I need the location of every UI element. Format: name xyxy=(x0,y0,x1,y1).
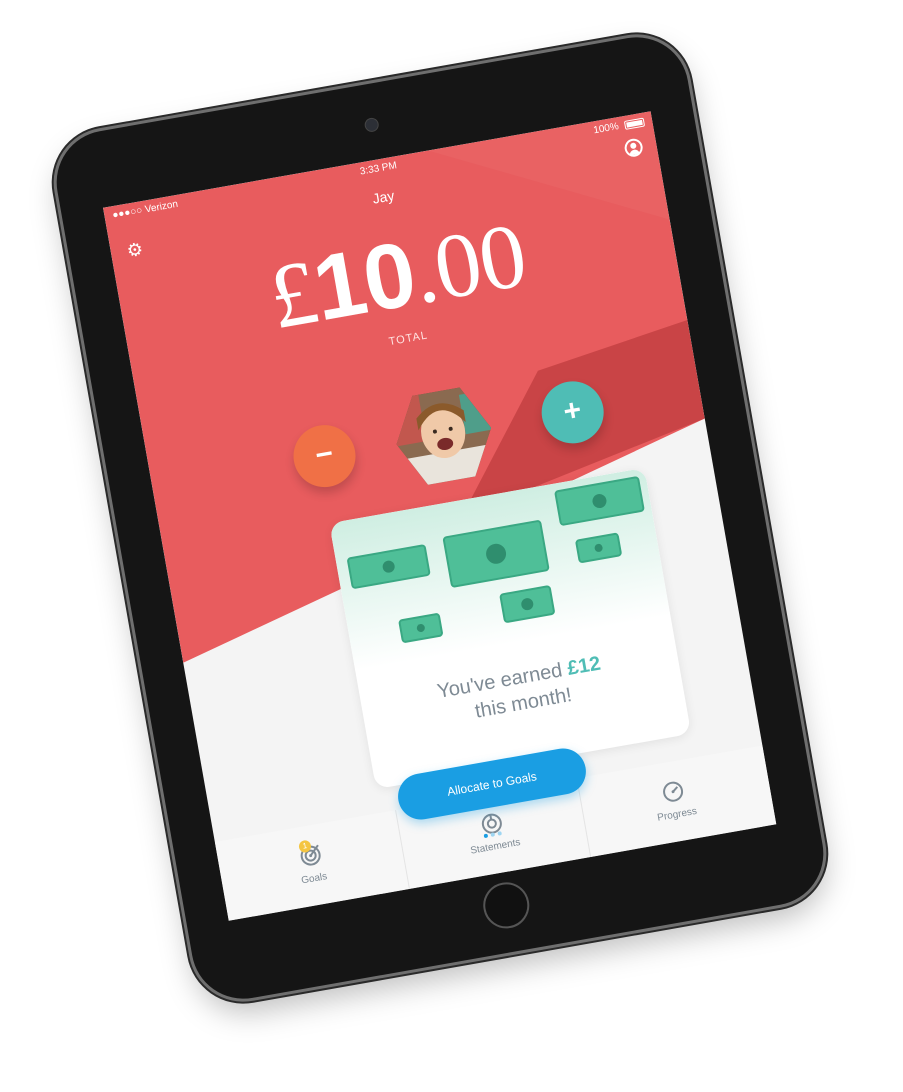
page-dot-3[interactable] xyxy=(497,831,502,836)
earnings-card: You've earned £12 this month! xyxy=(329,467,692,790)
settings-gear-icon[interactable]: ⚙ xyxy=(125,239,144,261)
earned-amount: £12 xyxy=(565,652,603,680)
gauge-icon xyxy=(663,781,684,802)
page-indicator[interactable] xyxy=(482,822,506,843)
front-camera xyxy=(363,116,380,133)
page-dot-1[interactable] xyxy=(483,833,489,839)
balance-pence: .00 xyxy=(404,203,533,324)
page-dot-2[interactable] xyxy=(490,832,496,837)
home-button[interactable] xyxy=(479,878,533,933)
battery-percentage: 100% xyxy=(592,121,620,137)
battery-icon xyxy=(623,117,646,130)
app-screen: ●●●○○ Verizon 3:33 PM 100% Jay ⚙ £10.00 … xyxy=(103,111,777,921)
balance-whole: 10 xyxy=(306,222,423,341)
tablet-device: ●●●○○ Verizon 3:33 PM 100% Jay ⚙ £10.00 … xyxy=(48,29,832,1007)
